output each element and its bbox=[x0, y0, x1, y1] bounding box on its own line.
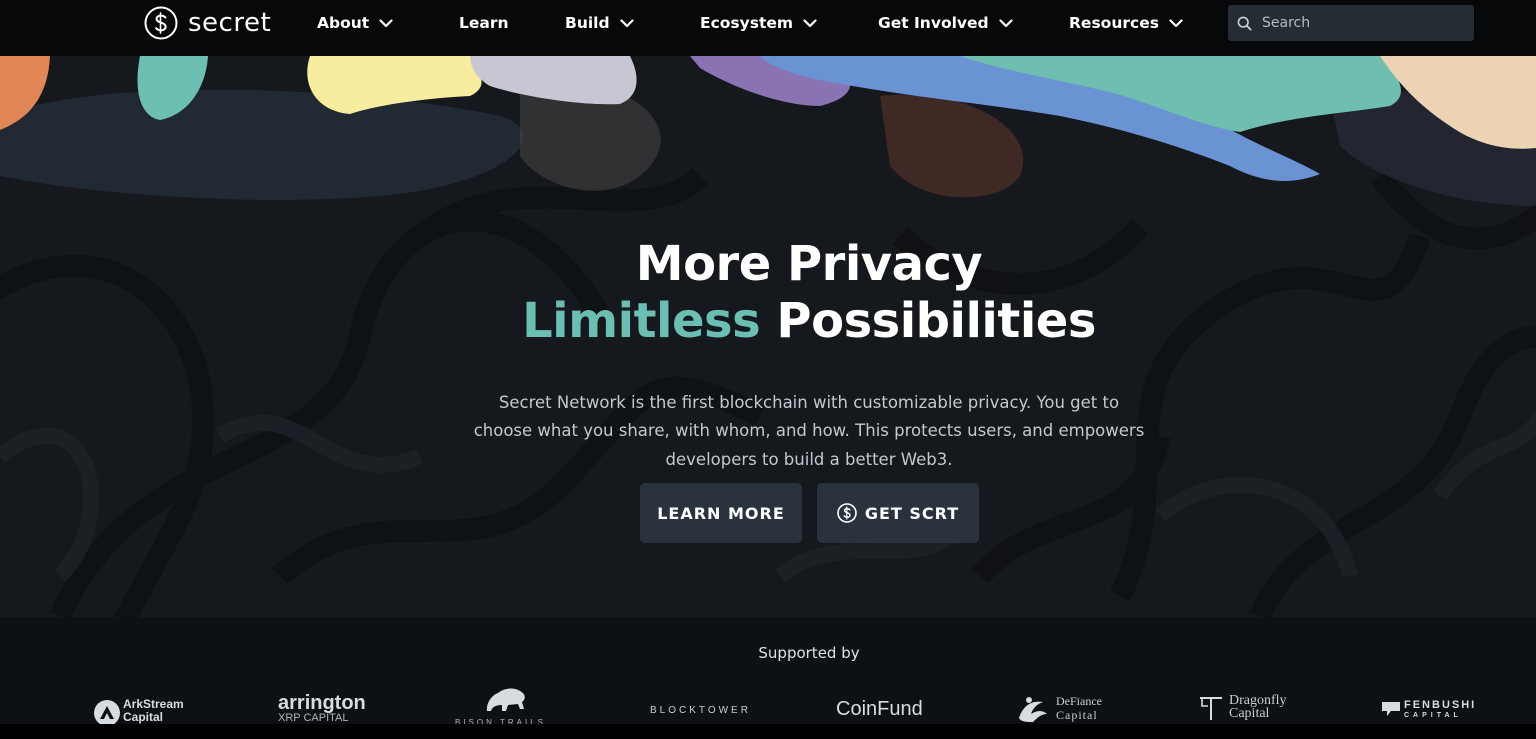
hero-description: Secret Network is the first blockchain w… bbox=[473, 392, 1145, 469]
nav-item-label: About bbox=[317, 14, 370, 32]
chevron-down-icon bbox=[379, 18, 393, 27]
nav-item-ecosystem[interactable]: Ecosystem bbox=[700, 12, 817, 34]
scrt-token-icon bbox=[837, 503, 857, 523]
nav-item-label: Get Involved bbox=[878, 14, 989, 32]
hero-heading-line2: Limitless Possibilities bbox=[0, 293, 1536, 350]
nav-item-label: Learn bbox=[459, 14, 509, 32]
partner-subname: XRP CAPITAL bbox=[278, 712, 349, 724]
partner-name: BLOCKTOWER bbox=[650, 705, 751, 716]
nav-item-label: Ecosystem bbox=[700, 14, 794, 32]
supported-by-section: Supported by ArkStream Capital arrington… bbox=[0, 618, 1536, 739]
learn-more-button[interactable]: LEARN MORE bbox=[640, 483, 802, 543]
hero-heading-line1: More Privacy bbox=[635, 236, 983, 292]
search-input[interactable] bbox=[1260, 14, 1464, 32]
chevron-down-icon bbox=[999, 18, 1013, 27]
fenbushi-logo-icon bbox=[1382, 702, 1400, 716]
get-scrt-button[interactable]: GET SCRT bbox=[817, 483, 979, 543]
partner-name: DeFiance bbox=[1056, 694, 1102, 708]
chevron-down-icon bbox=[1169, 18, 1183, 27]
nav-item-about[interactable]: About bbox=[317, 12, 393, 34]
nav-item-get-involved[interactable]: Get Involved bbox=[878, 12, 1013, 34]
learn-more-label: LEARN MORE bbox=[657, 503, 785, 523]
bison-logo-icon bbox=[486, 688, 525, 711]
chevron-down-icon bbox=[619, 18, 634, 27]
page: secret About Learn Build Ecosystem Get I… bbox=[0, 0, 1536, 739]
secret-logo-icon bbox=[144, 6, 178, 40]
chevron-down-icon bbox=[803, 18, 817, 27]
partner-subname: Capital bbox=[123, 710, 164, 724]
hero-heading-accent: Limitless bbox=[522, 293, 761, 349]
hero-heading: More Privacy Limitless Possibilities bbox=[0, 236, 1536, 350]
hero-section: More Privacy Limitless Possibilities Sec… bbox=[0, 56, 1536, 618]
partner-name: CoinFund bbox=[836, 698, 923, 720]
dragonfly-logo-icon bbox=[1200, 697, 1222, 720]
partner-subname: CAPITAL bbox=[1404, 712, 1462, 719]
supported-by-title: Supported by bbox=[758, 644, 860, 662]
partner-name: FENBUSHI bbox=[1404, 699, 1477, 711]
search-box[interactable] bbox=[1228, 5, 1474, 41]
partner-subname: Capital bbox=[1056, 708, 1098, 722]
get-scrt-label: GET SCRT bbox=[864, 503, 960, 523]
top-navigation: secret About Learn Build Ecosystem Get I… bbox=[0, 0, 1536, 56]
bottom-edge-bar bbox=[0, 724, 1536, 739]
nav-item-resources[interactable]: Resources bbox=[1069, 12, 1183, 34]
nav-item-build[interactable]: Build bbox=[565, 12, 634, 34]
hero-heading-line2-rest: Possibilities bbox=[776, 293, 1096, 349]
nav-item-label: Build bbox=[565, 14, 610, 32]
search-icon bbox=[1237, 16, 1252, 30]
defiance-logo-icon bbox=[1019, 697, 1047, 722]
nav-item-learn[interactable]: Learn bbox=[459, 12, 509, 34]
partner-subname: Capital bbox=[1229, 706, 1270, 721]
brand-name: secret bbox=[188, 8, 272, 38]
secret-logo[interactable]: secret bbox=[144, 5, 271, 41]
nav-item-label: Resources bbox=[1069, 14, 1159, 32]
